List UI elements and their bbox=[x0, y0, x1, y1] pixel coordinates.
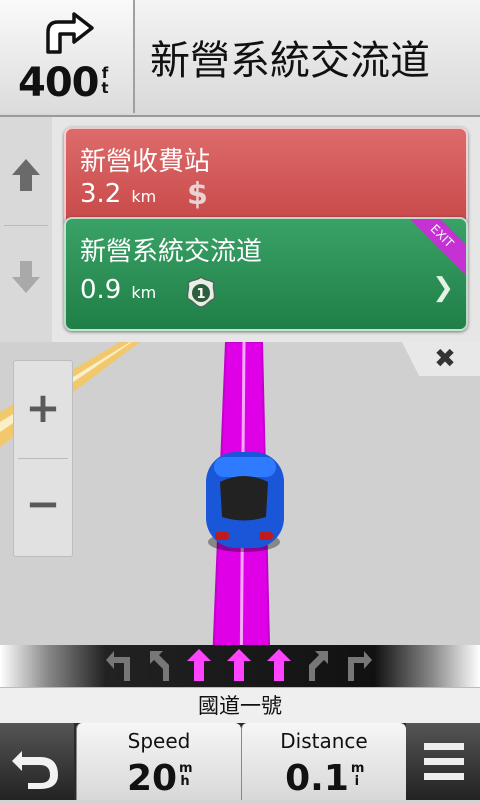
next-turn-bar: 400 ft 新營系統交流道 bbox=[0, 0, 480, 117]
lane-right-icon bbox=[340, 647, 378, 685]
turn-distance: 400 bbox=[18, 60, 99, 106]
next-street-name: 新營系統交流道 bbox=[150, 38, 430, 84]
upcoming-item-interchange[interactable]: 新營系統交流道 0.9 km 1 EXIT ❯ bbox=[64, 217, 468, 331]
exit-badge: EXIT bbox=[398, 219, 466, 280]
upcoming-item-distance: 0.9 km bbox=[80, 275, 157, 305]
vehicle-car-icon bbox=[206, 452, 284, 552]
distance-field[interactable]: Distance 0.1 m i bbox=[241, 723, 406, 800]
lane-left-icon bbox=[100, 647, 138, 685]
svg-text:1: 1 bbox=[196, 287, 205, 302]
next-turn-box[interactable]: 400 ft bbox=[0, 0, 135, 113]
lane-left-bend-icon bbox=[140, 647, 178, 685]
arrow-up-icon[interactable] bbox=[10, 155, 42, 195]
chevron-right-icon[interactable]: ❯ bbox=[432, 273, 454, 303]
lane-straight-icon bbox=[260, 647, 298, 685]
current-road-name: 國道一號 bbox=[0, 687, 480, 724]
upcoming-item-name: 新營收費站 bbox=[80, 147, 211, 177]
lane-straight-icon bbox=[220, 647, 258, 685]
back-button[interactable] bbox=[0, 723, 74, 800]
rail-divider bbox=[4, 225, 48, 226]
zoom-out-button[interactable]: − bbox=[14, 479, 72, 528]
upcoming-item-toll[interactable]: 新營收費站 3.2 km $ bbox=[64, 127, 468, 227]
turn-distance-unit: ft bbox=[101, 64, 109, 97]
freeway-shield-icon: 1 bbox=[186, 275, 216, 308]
speed-field[interactable]: Speed 20 m h bbox=[76, 723, 241, 800]
arrow-down-icon[interactable] bbox=[10, 257, 42, 297]
distance-label: Distance bbox=[280, 729, 368, 753]
zoom-controls: + − bbox=[13, 360, 73, 557]
menu-button[interactable] bbox=[406, 723, 480, 800]
zoom-divider bbox=[18, 458, 68, 459]
back-arrow-icon bbox=[12, 751, 58, 789]
turn-right-arrow-icon bbox=[46, 12, 94, 54]
upcoming-list: 新營收費站 3.2 km $ 新營系統交流道 0.9 km 1 EXIT ❯ bbox=[52, 117, 480, 342]
bottom-toolbar: Speed 20 m h Distance 0.1 m i bbox=[0, 723, 480, 800]
upcoming-item-distance: 3.2 km bbox=[80, 179, 157, 209]
lane-straight-icon bbox=[180, 647, 218, 685]
speed-value: 20 m h bbox=[126, 758, 193, 799]
list-scroll-rail bbox=[0, 117, 53, 342]
map-view[interactable]: + − ✖ bbox=[0, 342, 480, 687]
lane-right-bend-icon bbox=[300, 647, 338, 685]
distance-value: 0.1 m i bbox=[285, 758, 365, 799]
upcoming-item-name: 新營系統交流道 bbox=[80, 237, 263, 267]
speed-label: Speed bbox=[127, 729, 191, 753]
lane-guidance bbox=[0, 645, 480, 687]
menu-icon bbox=[424, 743, 464, 780]
toll-dollar-icon: $ bbox=[187, 177, 208, 212]
zoom-in-button[interactable]: + bbox=[14, 383, 72, 432]
